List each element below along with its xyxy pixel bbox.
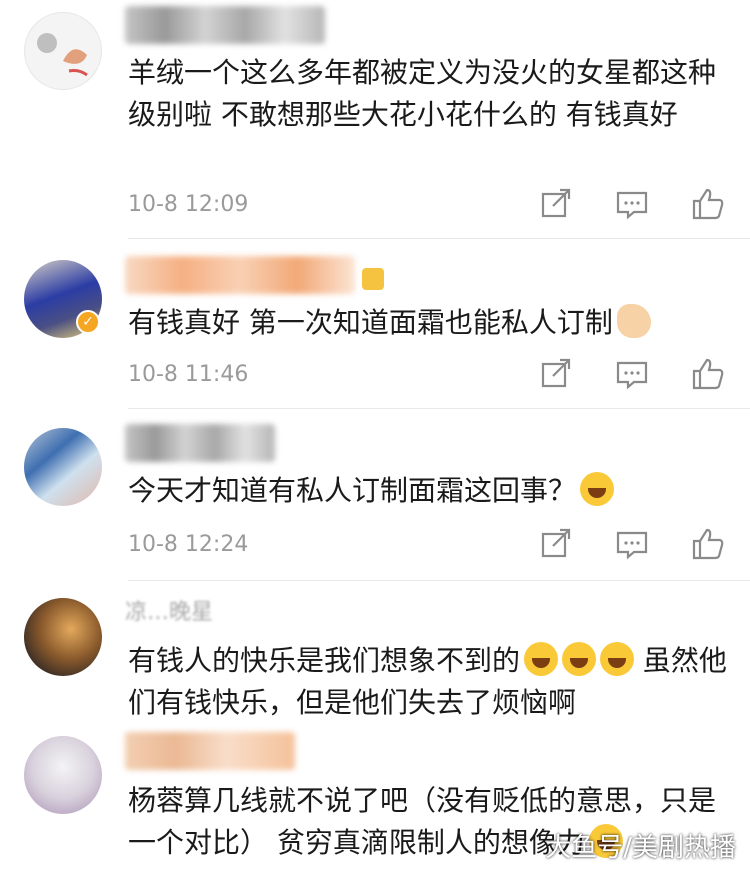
laughing-crying-emoji — [580, 472, 615, 506]
thumbs-up-icon[interactable] — [690, 186, 726, 222]
comment-meta: 10-8 12:09 — [128, 186, 728, 226]
username[interactable]: 凉…晚星 — [125, 594, 213, 626]
watermark: 大鱼号/美剧热播 — [545, 833, 736, 863]
comment-time: 10-8 12:24 — [128, 532, 249, 557]
comment-text-part-a: 有钱人的快乐是我们想象不到的 — [128, 644, 521, 677]
username-blurred[interactable] — [125, 6, 325, 44]
verified-badge-icon: ✓ — [76, 310, 100, 334]
avatar[interactable] — [24, 598, 102, 676]
crown-icon — [362, 268, 384, 290]
comment-icon[interactable] — [614, 186, 650, 222]
username-blurred[interactable] — [125, 424, 275, 462]
thumbs-up-icon[interactable] — [690, 356, 726, 392]
avatar[interactable] — [24, 428, 102, 506]
comment-time: 10-8 12:09 — [128, 192, 249, 217]
hand-emoji — [616, 304, 651, 338]
comment-meta: 10-8 11:46 — [128, 356, 728, 396]
comment-text: 羊绒一个这么多年都被定义为没火的女星都这种级别啦 不敢想那些大花小花什么的 有钱… — [128, 56, 717, 131]
comment-text: 有钱真好 第一次知道面霜也能私人订制 — [128, 302, 728, 344]
laughing-crying-emoji — [600, 642, 635, 676]
avatar[interactable] — [24, 736, 102, 814]
share-icon[interactable] — [538, 356, 574, 392]
comment-text-content: 有钱真好 第一次知道面霜也能私人订制 — [128, 306, 613, 339]
laughing-crying-emoji — [524, 642, 559, 676]
username-blurred[interactable] — [125, 732, 295, 770]
comment-meta: 10-8 12:24 — [128, 526, 728, 566]
comment-time: 10-8 11:46 — [128, 362, 249, 387]
username-blurred[interactable] — [125, 256, 355, 294]
comment-icon[interactable] — [614, 526, 650, 562]
avatar[interactable] — [24, 12, 102, 90]
comment-text-content: 今天才知道有私人订制面霜这回事？ — [128, 474, 577, 507]
laughing-crying-emoji — [562, 642, 597, 676]
divider — [128, 238, 750, 239]
comment-text: 有钱人的快乐是我们想象不到的 虽然他们有钱快乐，但是他们失去了烦恼啊 — [128, 640, 728, 724]
thumbs-up-icon[interactable] — [690, 526, 726, 562]
divider — [128, 408, 750, 409]
divider — [128, 580, 750, 581]
share-icon[interactable] — [538, 526, 574, 562]
comment-text: 今天才知道有私人订制面霜这回事？ — [128, 470, 728, 512]
comment-icon[interactable] — [614, 356, 650, 392]
share-icon[interactable] — [538, 186, 574, 222]
